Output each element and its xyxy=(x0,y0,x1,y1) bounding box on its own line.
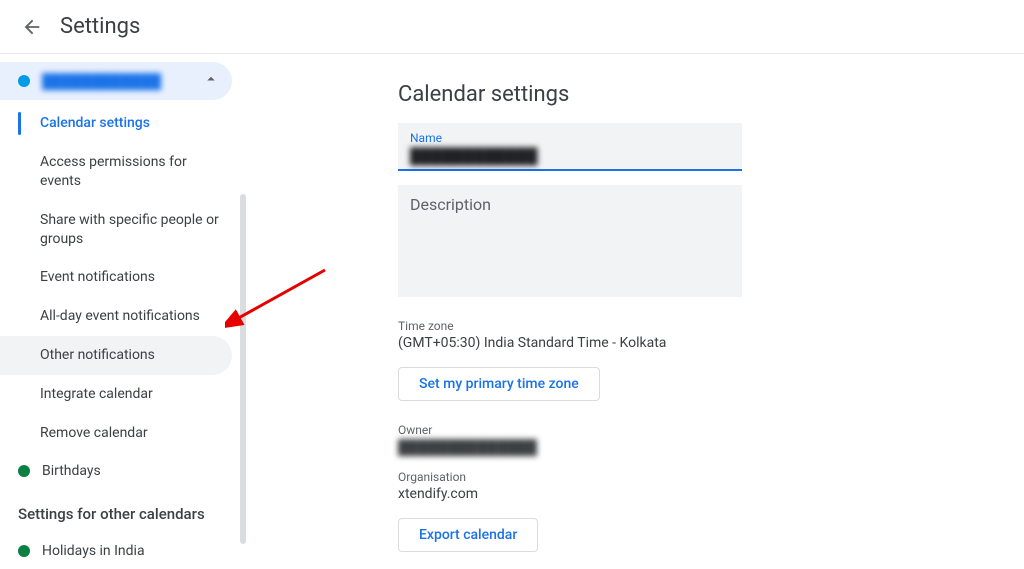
set-primary-timezone-button[interactable]: Set my primary time zone xyxy=(398,367,600,401)
sidebar-birthdays[interactable]: Birthdays xyxy=(0,453,248,489)
nav-event-notifications[interactable]: Event notifications xyxy=(0,258,232,297)
name-field-label: Name xyxy=(410,131,730,145)
nav-access-permissions[interactable]: Access permissions for events xyxy=(0,143,232,201)
calendar-color-dot-icon xyxy=(18,545,30,557)
header-title: Settings xyxy=(60,14,140,39)
owner-value: ██████████████ xyxy=(398,439,1024,456)
page-title: Calendar settings xyxy=(398,82,1024,107)
description-field-label: Description xyxy=(410,195,730,214)
back-arrow-icon[interactable] xyxy=(20,15,44,39)
sidebar-scrollbar[interactable] xyxy=(240,194,246,544)
organisation-label: Organisation xyxy=(398,470,1024,484)
sidebar: ████████████ Calendar settings Access pe… xyxy=(0,54,248,565)
sidebar-section-title: Settings for other calendars xyxy=(0,489,248,533)
nav-integrate-calendar[interactable]: Integrate calendar xyxy=(0,375,232,414)
owner-label: Owner xyxy=(398,423,1024,437)
nav-remove-calendar[interactable]: Remove calendar xyxy=(0,414,232,453)
sidebar-item-label: Birthdays xyxy=(42,463,101,479)
nav-other-notifications[interactable]: Other notifications xyxy=(0,336,232,375)
sidebar-item-label: Holidays in India xyxy=(42,543,145,559)
organisation-value: xtendify.com xyxy=(398,486,1024,502)
calendar-name: ████████████ xyxy=(42,73,202,90)
nav-share-people[interactable]: Share with specific people or groups xyxy=(0,201,232,259)
sidebar-holidays-india[interactable]: Holidays in India xyxy=(0,533,248,569)
nav-calendar-settings[interactable]: Calendar settings xyxy=(0,104,232,143)
calendar-color-dot-icon xyxy=(18,465,30,477)
export-calendar-button[interactable]: Export calendar xyxy=(398,518,538,552)
calendar-expand-header[interactable]: ████████████ xyxy=(0,62,232,100)
name-field-value: ████████████ xyxy=(410,145,730,169)
timezone-value: (GMT+05:30) India Standard Time - Kolkat… xyxy=(398,335,1024,351)
name-input[interactable]: Name ████████████ xyxy=(398,123,742,171)
nav-allday-notifications[interactable]: All-day event notifications xyxy=(0,297,232,336)
chevron-up-icon xyxy=(202,70,220,92)
description-input[interactable]: Description xyxy=(398,185,742,297)
calendar-color-dot-icon xyxy=(18,75,30,87)
header: Settings xyxy=(0,0,1024,54)
main-content: Calendar settings Name ████████████ Desc… xyxy=(248,54,1024,565)
timezone-label: Time zone xyxy=(398,319,1024,333)
